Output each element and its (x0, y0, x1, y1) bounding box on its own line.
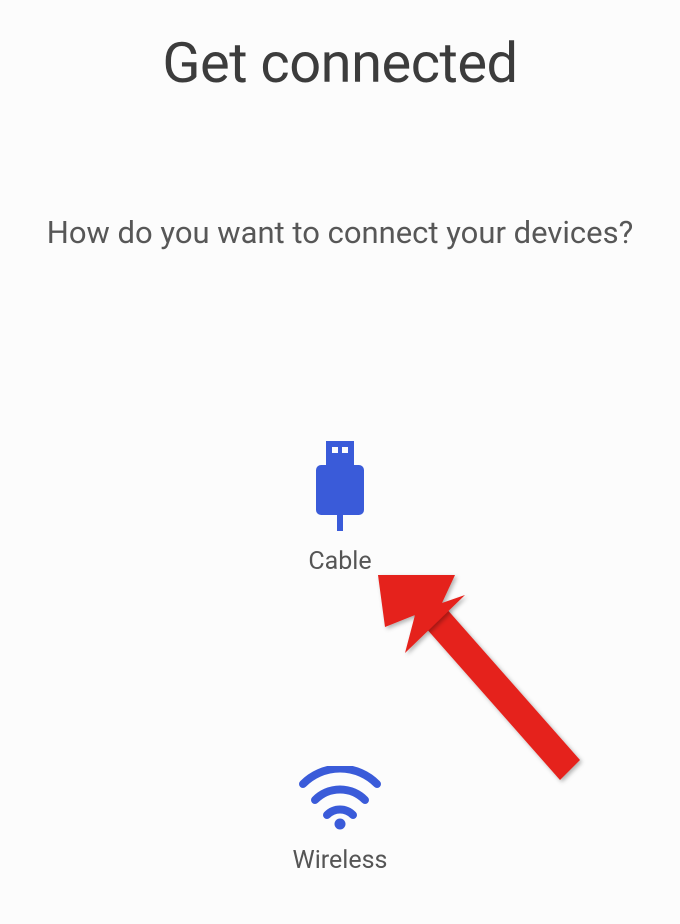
wifi-icon (295, 766, 385, 830)
page-subtitle: How do you want to connect your devices? (7, 211, 674, 256)
option-wireless[interactable]: Wireless (293, 766, 388, 875)
option-wireless-label: Wireless (293, 846, 388, 875)
usb-cable-icon (312, 441, 368, 531)
option-cable-label: Cable (308, 547, 371, 576)
arrow-annotation (370, 555, 610, 799)
page-title: Get connected (162, 30, 517, 96)
option-cable[interactable]: Cable (308, 441, 371, 576)
